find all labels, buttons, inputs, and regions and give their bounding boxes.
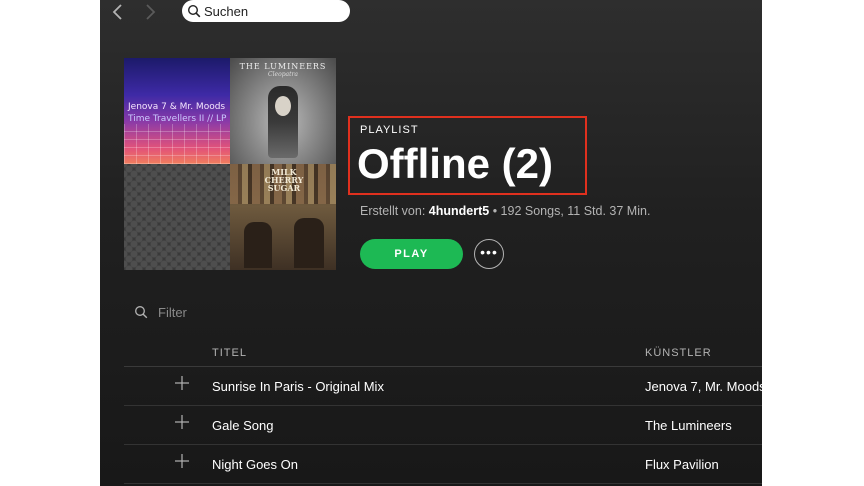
chevron-right-icon [146, 4, 156, 20]
search-box[interactable] [182, 0, 350, 22]
play-button[interactable]: PLAY [360, 239, 463, 269]
search-input[interactable] [204, 0, 344, 22]
playlist-cover-art[interactable]: Jenova 7 & Mr. Moods Time Travellers II … [124, 58, 336, 270]
spotify-window: Jenova 7 & Mr. Moods Time Travellers II … [100, 0, 762, 486]
table-row[interactable]: Gale Song The Lumineers [124, 406, 762, 445]
plus-icon[interactable] [174, 453, 190, 469]
table-row[interactable]: Sunrise In Paris - Original Mix Jenova 7… [124, 367, 762, 406]
ellipsis-icon: ••• [480, 244, 498, 260]
more-options-button[interactable]: ••• [474, 239, 504, 269]
search-icon [135, 306, 148, 319]
cover-text: THE LUMINEERS [239, 62, 327, 71]
cover-text: MILK CHERRY SUGAR [264, 167, 304, 193]
plus-icon[interactable] [174, 414, 190, 430]
created-by-label: Erstellt von: [360, 204, 426, 218]
column-header-artist[interactable]: KÜNSTLER [645, 347, 712, 359]
album-cover-pattern [124, 164, 230, 270]
playlist-meta: Erstellt von: 4hundert5 • 192 Songs, 11 … [360, 204, 650, 218]
filter-placeholder: Filter [158, 305, 187, 320]
chevron-left-icon [112, 4, 122, 20]
forward-button[interactable] [140, 2, 160, 22]
track-artist[interactable]: The Lumineers [645, 418, 762, 433]
album-cover-time-travellers: Jenova 7 & Mr. Moods Time Travellers II … [124, 58, 230, 164]
album-cover-milk-cherry-sugar: MILK CHERRY SUGAR [230, 164, 336, 270]
track-title: Gale Song [212, 418, 274, 433]
cover-text: Time Travellers II // LP [128, 114, 227, 124]
column-header-title[interactable]: TITEL [212, 347, 247, 359]
plus-icon[interactable] [174, 375, 190, 391]
cover-text: Cleopatra [268, 71, 298, 78]
track-title: Sunrise In Paris - Original Mix [212, 379, 384, 394]
back-button[interactable] [108, 2, 128, 22]
playlist-stats: • 192 Songs, 11 Std. 37 Min. [489, 204, 651, 218]
filter-field[interactable]: Filter [134, 304, 334, 322]
track-title: Night Goes On [212, 457, 298, 472]
track-artist[interactable]: Jenova 7, Mr. Moods [645, 379, 762, 394]
search-icon [187, 4, 201, 18]
album-cover-lumineers: THE LUMINEERS Cleopatra [230, 58, 336, 164]
owner-link[interactable]: 4hundert5 [429, 204, 489, 218]
cover-text: Jenova 7 & Mr. Moods [128, 102, 226, 112]
table-row[interactable]: Night Goes On Flux Pavilion [124, 445, 762, 484]
track-artist[interactable]: Flux Pavilion [645, 457, 762, 472]
highlight-box [348, 116, 587, 195]
